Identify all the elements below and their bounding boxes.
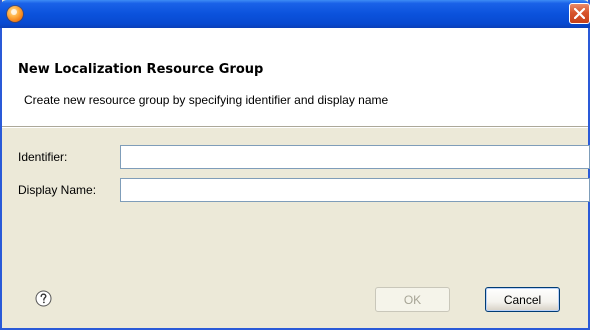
help-button[interactable] [35,290,52,307]
display-name-label: Display Name: [18,183,97,197]
ok-button[interactable]: OK [375,287,450,312]
display-name-input[interactable] [120,178,590,202]
identifier-input[interactable] [120,145,590,169]
dialog-window: New Localization Resource Group Create n… [0,0,590,330]
close-button[interactable] [569,3,590,24]
help-icon [35,290,52,307]
title-bar[interactable] [0,0,590,28]
app-orb-icon [7,6,23,22]
close-icon [574,8,585,19]
identifier-label: Identifier: [18,150,68,164]
dialog-title: New Localization Resource Group [18,62,264,77]
cancel-button[interactable]: Cancel [485,287,560,312]
ok-button-label: OK [403,292,422,307]
header-separator [2,126,588,128]
dialog-description: Create new resource group by specifying … [24,93,389,107]
dialog-header [2,28,588,126]
cancel-button-label: Cancel [503,292,542,307]
